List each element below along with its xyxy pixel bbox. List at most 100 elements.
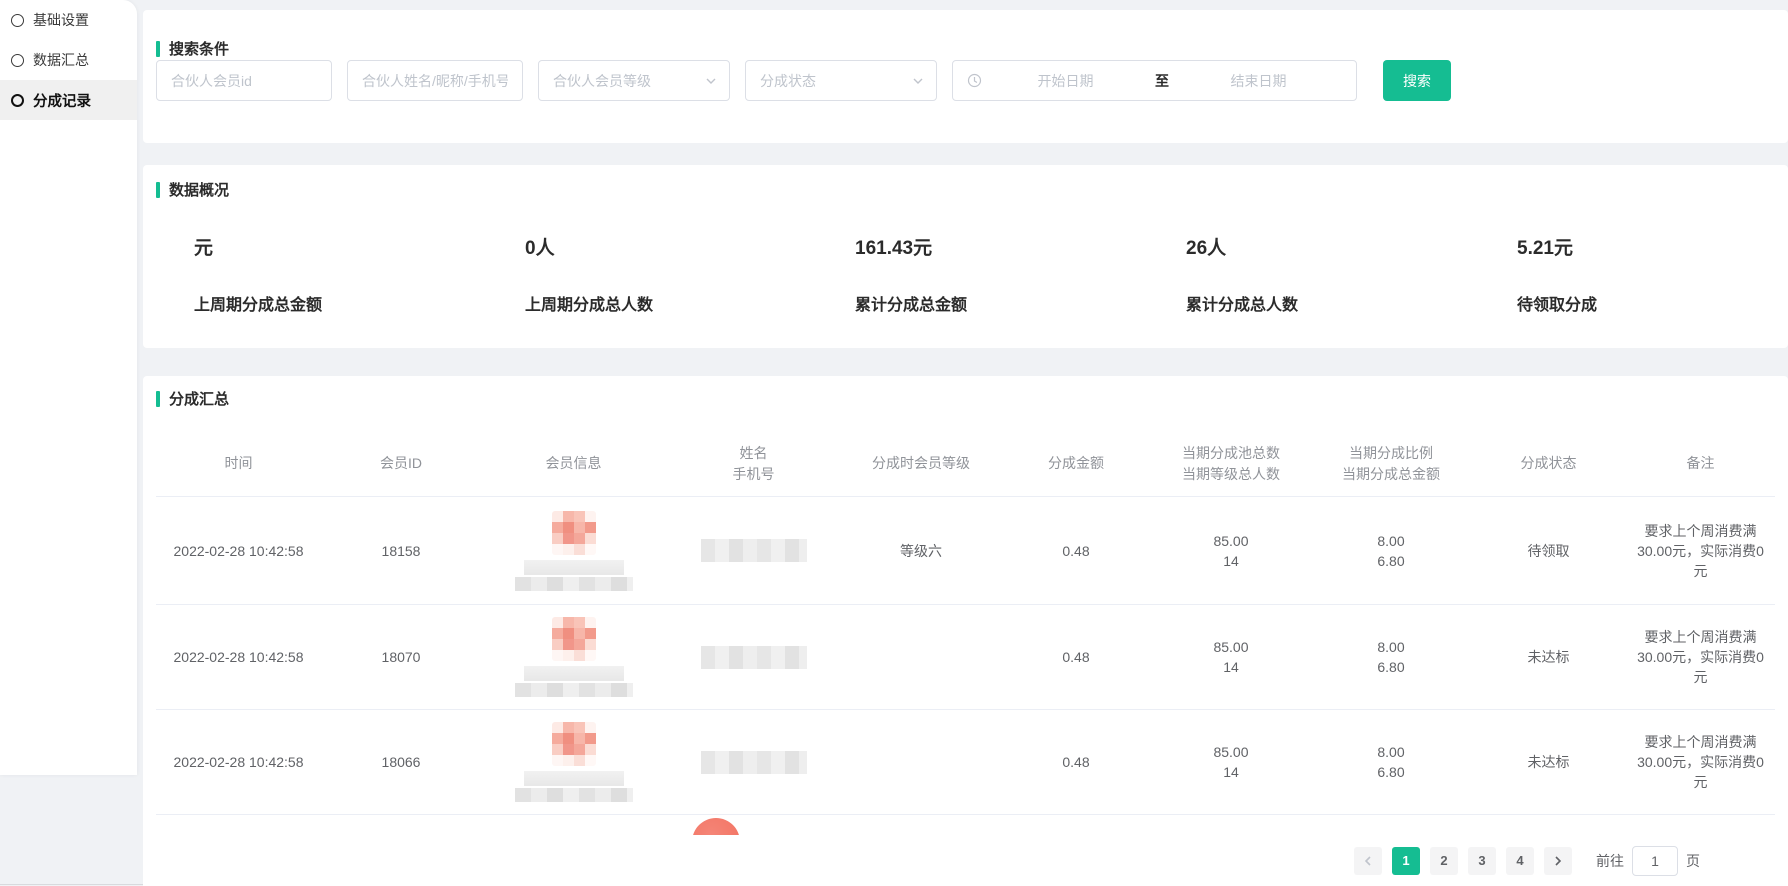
header-amount: 分成金额 bbox=[1001, 453, 1151, 474]
search-section-title: 搜索条件 bbox=[156, 38, 229, 59]
blurred-nickname bbox=[515, 683, 633, 697]
cell-pool: 85.0014 bbox=[1151, 531, 1311, 571]
chevron-left-icon bbox=[1363, 855, 1373, 867]
search-button[interactable]: 搜索 bbox=[1383, 60, 1451, 101]
page-next-button[interactable] bbox=[1544, 847, 1572, 875]
sidebar-item-basic-settings[interactable]: 基础设置 bbox=[0, 0, 137, 40]
member-level-select[interactable]: 合伙人会员等级 bbox=[538, 60, 730, 101]
blurred-nickname bbox=[524, 771, 624, 786]
cell-remark: 要求上个周消费满30.00元，实际消费0元 bbox=[1626, 627, 1775, 687]
blurred-nickname bbox=[524, 560, 624, 575]
section-title-text: 数据概况 bbox=[169, 179, 229, 200]
cell-member-id: 18158 bbox=[321, 541, 481, 561]
page-prev-button[interactable] bbox=[1354, 847, 1382, 875]
header-level: 分成时会员等级 bbox=[841, 453, 1001, 474]
stat-label: 待领取分成 bbox=[1517, 291, 1597, 315]
cell-name-phone bbox=[666, 539, 841, 562]
sidebar-item-share-records[interactable]: 分成记录 bbox=[0, 80, 137, 120]
sidebar-item-label: 基础设置 bbox=[33, 10, 89, 30]
table-body: 2022-02-28 10:42:58 18158 等级六 0.48 85.00… bbox=[143, 496, 1788, 815]
section-title-text: 分成汇总 bbox=[169, 388, 229, 409]
blurred-avatar bbox=[552, 722, 596, 766]
stat-value: 161.43元 bbox=[855, 233, 932, 260]
stat-value: 元 bbox=[194, 233, 213, 260]
cell-time: 2022-02-28 10:42:58 bbox=[156, 647, 321, 667]
stat-label: 上周期分成总人数 bbox=[525, 291, 653, 315]
cell-pool: 85.0014 bbox=[1151, 742, 1311, 782]
blurred-name bbox=[701, 646, 807, 669]
header-ratio: 当期分成比例当期分成总金额 bbox=[1311, 443, 1471, 485]
clock-icon bbox=[967, 73, 982, 88]
sidebar-item-label: 分成记录 bbox=[33, 90, 91, 111]
blurred-name bbox=[701, 539, 807, 562]
header-name-phone: 姓名手机号 bbox=[666, 443, 841, 485]
section-title-text: 搜索条件 bbox=[169, 38, 229, 59]
stat-value: 5.21元 bbox=[1517, 233, 1573, 260]
header-remark: 备注 bbox=[1626, 453, 1775, 474]
share-summary-card: 分成汇总 时间 会员ID 会员信息 姓名手机号 分成时会员等级 分成金额 当期分… bbox=[143, 376, 1788, 886]
cell-pool: 85.0014 bbox=[1151, 637, 1311, 677]
cell-amount: 0.48 bbox=[1001, 541, 1151, 561]
radio-icon bbox=[11, 94, 24, 107]
table-row: 2022-02-28 10:42:58 18070 0.48 85.0014 8… bbox=[156, 604, 1775, 709]
blurred-name bbox=[701, 751, 807, 774]
sidebar-item-data-summary[interactable]: 数据汇总 bbox=[0, 40, 137, 80]
end-date-input[interactable]: 结束日期 bbox=[1175, 71, 1342, 91]
member-id-input[interactable] bbox=[156, 60, 332, 101]
section-marker bbox=[156, 391, 160, 407]
chevron-right-icon bbox=[1553, 855, 1563, 867]
header-member-info: 会员信息 bbox=[481, 453, 666, 474]
blurred-avatar bbox=[552, 617, 596, 661]
sidebar: 基础设置 数据汇总 分成记录 bbox=[0, 0, 137, 775]
cell-name-phone bbox=[666, 751, 841, 774]
page-suffix: 页 bbox=[1686, 851, 1700, 871]
cell-level: 等级六 bbox=[841, 541, 1001, 561]
stat-value: 0人 bbox=[525, 233, 555, 260]
section-marker bbox=[156, 41, 160, 57]
cell-remark: 要求上个周消费满30.00元，实际消费0元 bbox=[1626, 732, 1775, 792]
table-row: 2022-02-28 10:42:58 18158 等级六 0.48 85.00… bbox=[156, 496, 1775, 604]
cell-member-id: 18070 bbox=[321, 647, 481, 667]
chevron-down-icon bbox=[912, 75, 924, 87]
pagination: 1 2 3 4 前往 页 bbox=[143, 835, 1788, 886]
partner-name-input[interactable] bbox=[347, 60, 523, 101]
page-button-2[interactable]: 2 bbox=[1430, 847, 1458, 875]
cell-amount: 0.48 bbox=[1001, 752, 1151, 772]
share-status-select[interactable]: 分成状态 bbox=[745, 60, 937, 101]
blurred-nickname bbox=[515, 788, 633, 802]
cell-ratio: 8.006.80 bbox=[1311, 742, 1471, 782]
table-row: 2022-02-28 10:42:58 18066 0.48 85.0014 8… bbox=[156, 709, 1775, 814]
cell-remark: 要求上个周消费满30.00元，实际消费0元 bbox=[1626, 521, 1775, 581]
cell-time: 2022-02-28 10:42:58 bbox=[156, 752, 321, 772]
section-marker bbox=[156, 182, 160, 198]
header-status: 分成状态 bbox=[1471, 453, 1626, 474]
blurred-nickname bbox=[524, 666, 624, 681]
overview-card: 数据概况 元 上周期分成总金额 0人 上周期分成总人数 161.43元 累计分成… bbox=[143, 165, 1788, 348]
sidebar-item-label: 数据汇总 bbox=[33, 50, 89, 70]
header-pool: 当期分成池总数当期等级总人数 bbox=[1151, 443, 1311, 485]
blurred-avatar bbox=[552, 511, 596, 555]
stat-label: 累计分成总人数 bbox=[1186, 291, 1298, 315]
header-time: 时间 bbox=[156, 453, 321, 474]
page-button-4[interactable]: 4 bbox=[1506, 847, 1534, 875]
page-button-3[interactable]: 3 bbox=[1468, 847, 1496, 875]
search-row: 合伙人会员等级 分成状态 开始日期 至 结束日期 搜索 bbox=[156, 60, 1451, 101]
stat-label: 上周期分成总金额 bbox=[194, 291, 322, 315]
page-button-1[interactable]: 1 bbox=[1392, 847, 1420, 875]
chevron-down-icon bbox=[705, 75, 717, 87]
stat-label: 累计分成总金额 bbox=[855, 291, 967, 315]
cell-time: 2022-02-28 10:42:58 bbox=[156, 541, 321, 561]
start-date-input[interactable]: 开始日期 bbox=[982, 71, 1149, 91]
blurred-nickname bbox=[515, 577, 633, 591]
goto-page-input[interactable] bbox=[1632, 846, 1678, 876]
goto-page: 前往 页 bbox=[1596, 846, 1700, 876]
table-header: 时间 会员ID 会员信息 姓名手机号 分成时会员等级 分成金额 当期分成池总数当… bbox=[156, 431, 1775, 496]
date-range-picker[interactable]: 开始日期 至 结束日期 bbox=[952, 60, 1357, 101]
select-placeholder: 合伙人会员等级 bbox=[553, 71, 651, 91]
overview-section-title: 数据概况 bbox=[156, 179, 229, 200]
cell-amount: 0.48 bbox=[1001, 647, 1151, 667]
cell-status: 待领取 bbox=[1471, 541, 1626, 561]
select-placeholder: 分成状态 bbox=[760, 71, 816, 91]
cell-name-phone bbox=[666, 646, 841, 669]
table-section-title: 分成汇总 bbox=[156, 388, 229, 409]
